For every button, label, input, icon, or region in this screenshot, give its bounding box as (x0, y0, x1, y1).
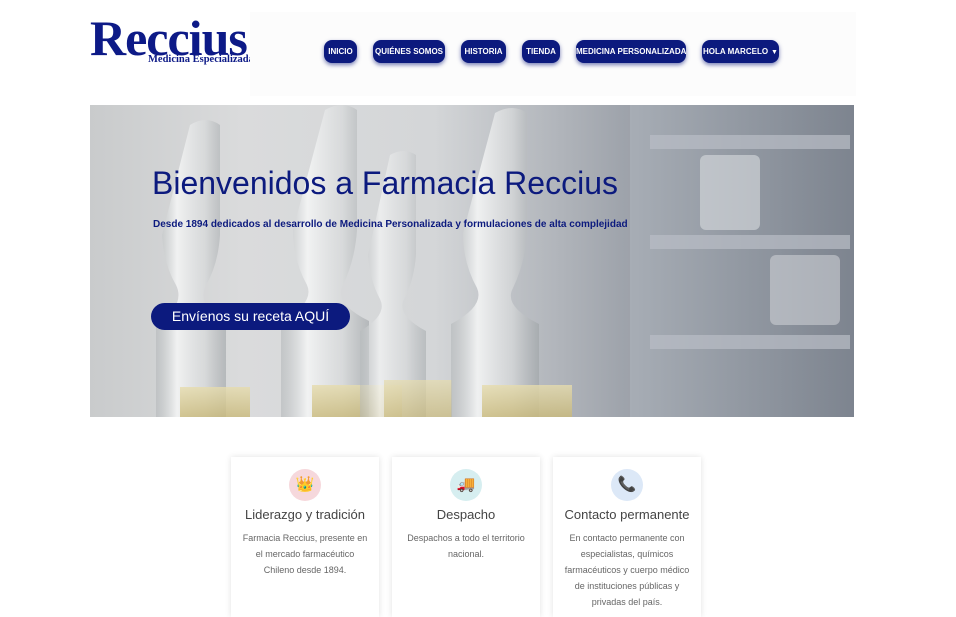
feature-text: Despachos a todo el territorio nacional. (407, 533, 525, 559)
user-greeting: HOLA MARCELO (703, 47, 769, 56)
site-header: Reccius Medicina Especializada INICIO QU… (0, 0, 956, 100)
logo-tagline: Medicina Especializada (148, 54, 254, 65)
nav-item-inicio[interactable]: INICIO (324, 40, 357, 63)
feature-text: Farmacia Reccius, presente en el mercado… (242, 533, 368, 575)
feature-title: Despacho (436, 507, 496, 522)
hero-title: Bienvenidos a Farmacia Reccius (152, 165, 618, 201)
feature-title: Liderazgo y tradición (245, 507, 365, 522)
nav-item-tienda[interactable]: TIENDA (522, 40, 560, 63)
caret-down-icon: ▼ (771, 49, 778, 56)
feature-title: Contacto permanente (564, 507, 690, 522)
nav-item-medicina-personalizada[interactable]: MEDICINA PERSONALIZADA (576, 40, 686, 63)
feature-card-leadership: 👑 Liderazgo y tradición Farmacia Reccius… (231, 457, 379, 617)
send-prescription-button[interactable]: Envíenos su receta AQUÍ (151, 303, 350, 330)
phone-icon: 📞 (611, 469, 643, 501)
feature-text: En contacto permanente con especialistas… (564, 533, 690, 607)
crown-icon: 👑 (289, 469, 321, 501)
hero-subtitle: Desde 1894 dedicados al desarrollo de Me… (153, 219, 628, 230)
nav-item-user-menu[interactable]: HOLA MARCELO ▼ (702, 40, 779, 63)
nav-item-historia[interactable]: HISTORIA (461, 40, 506, 63)
feature-card-delivery: 🚚 Despacho Despachos a todo el territori… (392, 457, 540, 617)
reccius-logo[interactable]: Reccius Medicina Especializada (90, 10, 254, 70)
delivery-truck-icon: 🚚 (450, 469, 482, 501)
nav-item-quienes-somos[interactable]: QUIÉNES SOMOS (373, 40, 445, 63)
feature-card-contact: 📞 Contacto permanente En contacto perman… (553, 457, 701, 617)
hero-banner: Bienvenidos a Farmacia Reccius Desde 189… (90, 105, 854, 417)
